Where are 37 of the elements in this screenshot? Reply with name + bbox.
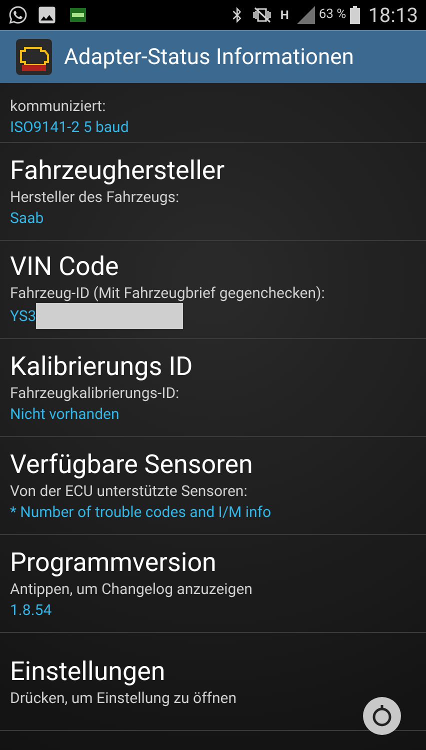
network-type: H [280, 9, 289, 21]
item-value: * Number of trouble codes and I/M info [10, 502, 272, 522]
item-title: Kalibrierungs ID [10, 350, 194, 382]
settings-item[interactable]: Kalibrierungs ID Fahrzeugkalibrierungs-ID: Nicht vorhanden [0, 339, 426, 437]
item-subtitle: Antippen, um Changelog anzuzeigen [10, 578, 254, 598]
item-value: YS3 [10, 306, 36, 326]
item-subtitle: Fahrzeugkalibrierungs-ID: [10, 382, 180, 402]
check-engine-icon [16, 39, 52, 75]
image-icon [36, 4, 58, 26]
item-title: Programmversion [10, 546, 218, 578]
settings-item[interactable]: Verfügbare Sensoren Von der ECU unterstützte Sensoren: * Number of trouble codes and I/M info [0, 437, 426, 535]
item-title: Einstellungen [10, 656, 166, 688]
vibrate-icon [252, 7, 272, 23]
settings-item[interactable]: VIN Code Fahrzeug-ID (Mit Fahrzeugbrief gegenchecken): YS3 [0, 241, 426, 339]
item-title: Fahrzeughersteller [10, 154, 226, 186]
settings-item[interactable]: Fahrzeughersteller Hersteller des Fahrzeugs: Saab [0, 143, 426, 241]
chat-icon [8, 5, 28, 25]
knob-icon [372, 705, 392, 727]
clock: 18:13 [368, 2, 418, 29]
battery-icon [350, 6, 360, 24]
signal-icon [296, 6, 315, 24]
item-value: Nicht vorhanden [10, 404, 120, 424]
item-subtitle: Hersteller des Fahrzeugs: [10, 186, 180, 206]
item-subtitle: Fahrzeug-ID (Mit Fahrzeugbrief gegenchecken): [10, 282, 326, 302]
item-subtitle: kommuniziert: [10, 96, 107, 116]
obd-icon [70, 8, 86, 22]
settings-item[interactable]: kommuniziert: ISO9141-2 5 baud [0, 83, 426, 143]
item-subtitle: Drücken, um Einstellung zu öffnen [10, 688, 238, 708]
settings-item[interactable]: Programmversion Antippen, um Changelog anzuzeigen 1.8.54 [0, 535, 426, 633]
item-title: Verfügbare Sensoren [10, 448, 254, 480]
item-value: ISO9141-2 5 baud [10, 117, 129, 138]
item-subtitle: Von der ECU unterstützte Sensoren: [10, 480, 248, 500]
item-value: 1.8.54 [10, 600, 52, 620]
app-title: Adapter-Status Informationen [64, 44, 354, 72]
battery-percent: 63 % [318, 6, 346, 24]
item-value: Saab [10, 208, 44, 228]
item-title: VIN Code [10, 250, 120, 282]
